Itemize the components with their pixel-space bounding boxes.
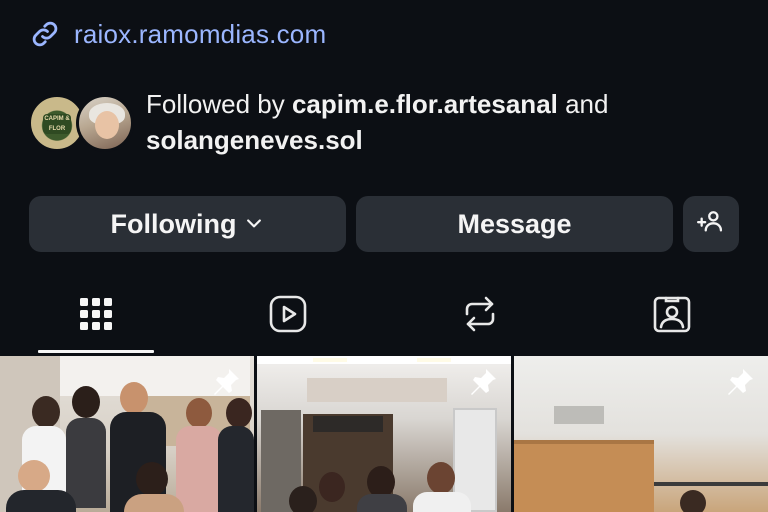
chevron-down-icon [244,209,264,240]
post-thumbnail[interactable] [257,356,511,512]
post-thumbnail[interactable] [514,356,768,512]
reels-icon [268,294,308,339]
pin-icon [467,366,499,398]
profile-link-row[interactable]: raiox.ramomdias.com [28,16,326,52]
mutual-username[interactable]: solangeneves.sol [146,125,363,155]
tagged-icon [652,294,692,339]
avatar[interactable] [76,94,134,152]
profile-link[interactable]: raiox.ramomdias.com [74,19,326,50]
message-button[interactable]: Message [356,196,673,252]
followed-by-row[interactable]: CAPIM & FLOR Followed by capim.e.flor.ar… [28,86,746,158]
profile-tabs [0,288,768,354]
mutual-username[interactable]: capim.e.flor.artesanal [292,89,558,119]
followed-by-joiner: and [557,89,609,119]
grid-icon [79,297,113,336]
mutual-avatars[interactable]: CAPIM & FLOR [28,86,138,152]
posts-grid [0,356,768,512]
add-person-icon [697,207,725,242]
pin-icon [724,366,756,398]
post-thumbnail[interactable] [0,356,254,512]
reposts-icon [462,294,498,339]
tab-posts[interactable] [66,288,126,344]
pin-icon [210,366,242,398]
message-label: Message [457,208,572,239]
tab-tagged[interactable] [642,288,702,344]
followed-by-text[interactable]: Followed by capim.e.flor.artesanal and so… [146,86,746,158]
following-label: Following [110,208,237,239]
followed-by-prefix: Followed by [146,89,292,119]
avatar-logo: CAPIM & FLOR [43,114,71,134]
following-button[interactable]: Following [29,196,346,252]
selected-tab-indicator [38,350,154,353]
link-icon [28,17,62,51]
suggested-people-button[interactable] [683,196,739,252]
tab-reels[interactable] [258,288,318,344]
tab-reposts[interactable] [450,288,510,344]
